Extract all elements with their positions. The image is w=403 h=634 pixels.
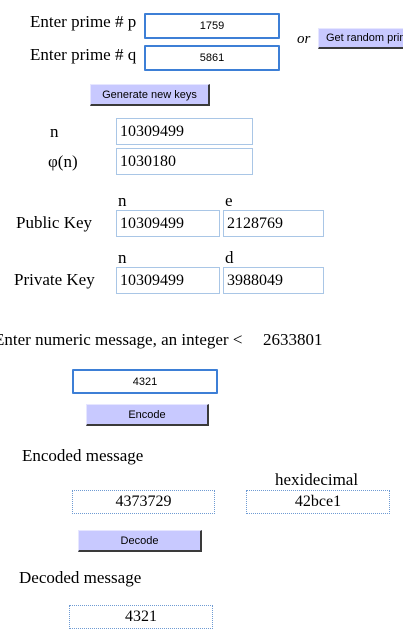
private-key-label: Private Key bbox=[14, 270, 95, 289]
prime-p-input[interactable]: 1759 bbox=[144, 13, 280, 39]
or-text: or bbox=[297, 31, 311, 47]
private-d-field[interactable]: 3988049 bbox=[223, 267, 324, 294]
message-prompt: Enter numeric message, an integer < 2633… bbox=[0, 330, 322, 350]
encoded-field[interactable]: 4373729 bbox=[72, 490, 215, 514]
message-limit: 2633801 bbox=[262, 330, 323, 349]
public-key-label: Public Key bbox=[16, 213, 93, 232]
message-prompt-text: Enter numeric message, an integer < bbox=[0, 330, 243, 349]
decode-button[interactable]: Decode bbox=[78, 530, 202, 552]
private-n-header: n bbox=[118, 248, 127, 267]
generate-keys-button[interactable]: Generate new keys bbox=[90, 84, 210, 106]
hex-header: hexidecimal bbox=[275, 470, 359, 489]
public-e-header: e bbox=[225, 191, 233, 210]
phi-field[interactable]: 1030180 bbox=[116, 148, 253, 175]
encode-button[interactable]: Encode bbox=[86, 404, 209, 426]
decoded-field[interactable]: 4321 bbox=[69, 605, 213, 629]
encoded-message-label: Encoded message bbox=[22, 446, 144, 465]
decoded-message-label: Decoded message bbox=[19, 568, 142, 587]
private-d-header: d bbox=[225, 248, 234, 267]
message-input[interactable]: 4321 bbox=[72, 369, 218, 394]
prime-p-label: Enter prime # p bbox=[30, 12, 137, 31]
phi-label: φ(n) bbox=[48, 152, 78, 171]
public-n-field[interactable]: 10309499 bbox=[116, 210, 220, 237]
hex-field[interactable]: 42bce1 bbox=[246, 490, 390, 514]
private-n-field[interactable]: 10309499 bbox=[116, 267, 220, 294]
get-random-primes-button[interactable]: Get random primes bbox=[318, 28, 403, 49]
prime-q-input[interactable]: 5861 bbox=[144, 45, 280, 71]
n-label: n bbox=[50, 122, 59, 141]
n-field[interactable]: 10309499 bbox=[116, 118, 253, 145]
prime-q-label: Enter prime # q bbox=[30, 45, 137, 64]
public-n-header: n bbox=[118, 191, 127, 210]
public-e-field[interactable]: 2128769 bbox=[223, 210, 324, 237]
